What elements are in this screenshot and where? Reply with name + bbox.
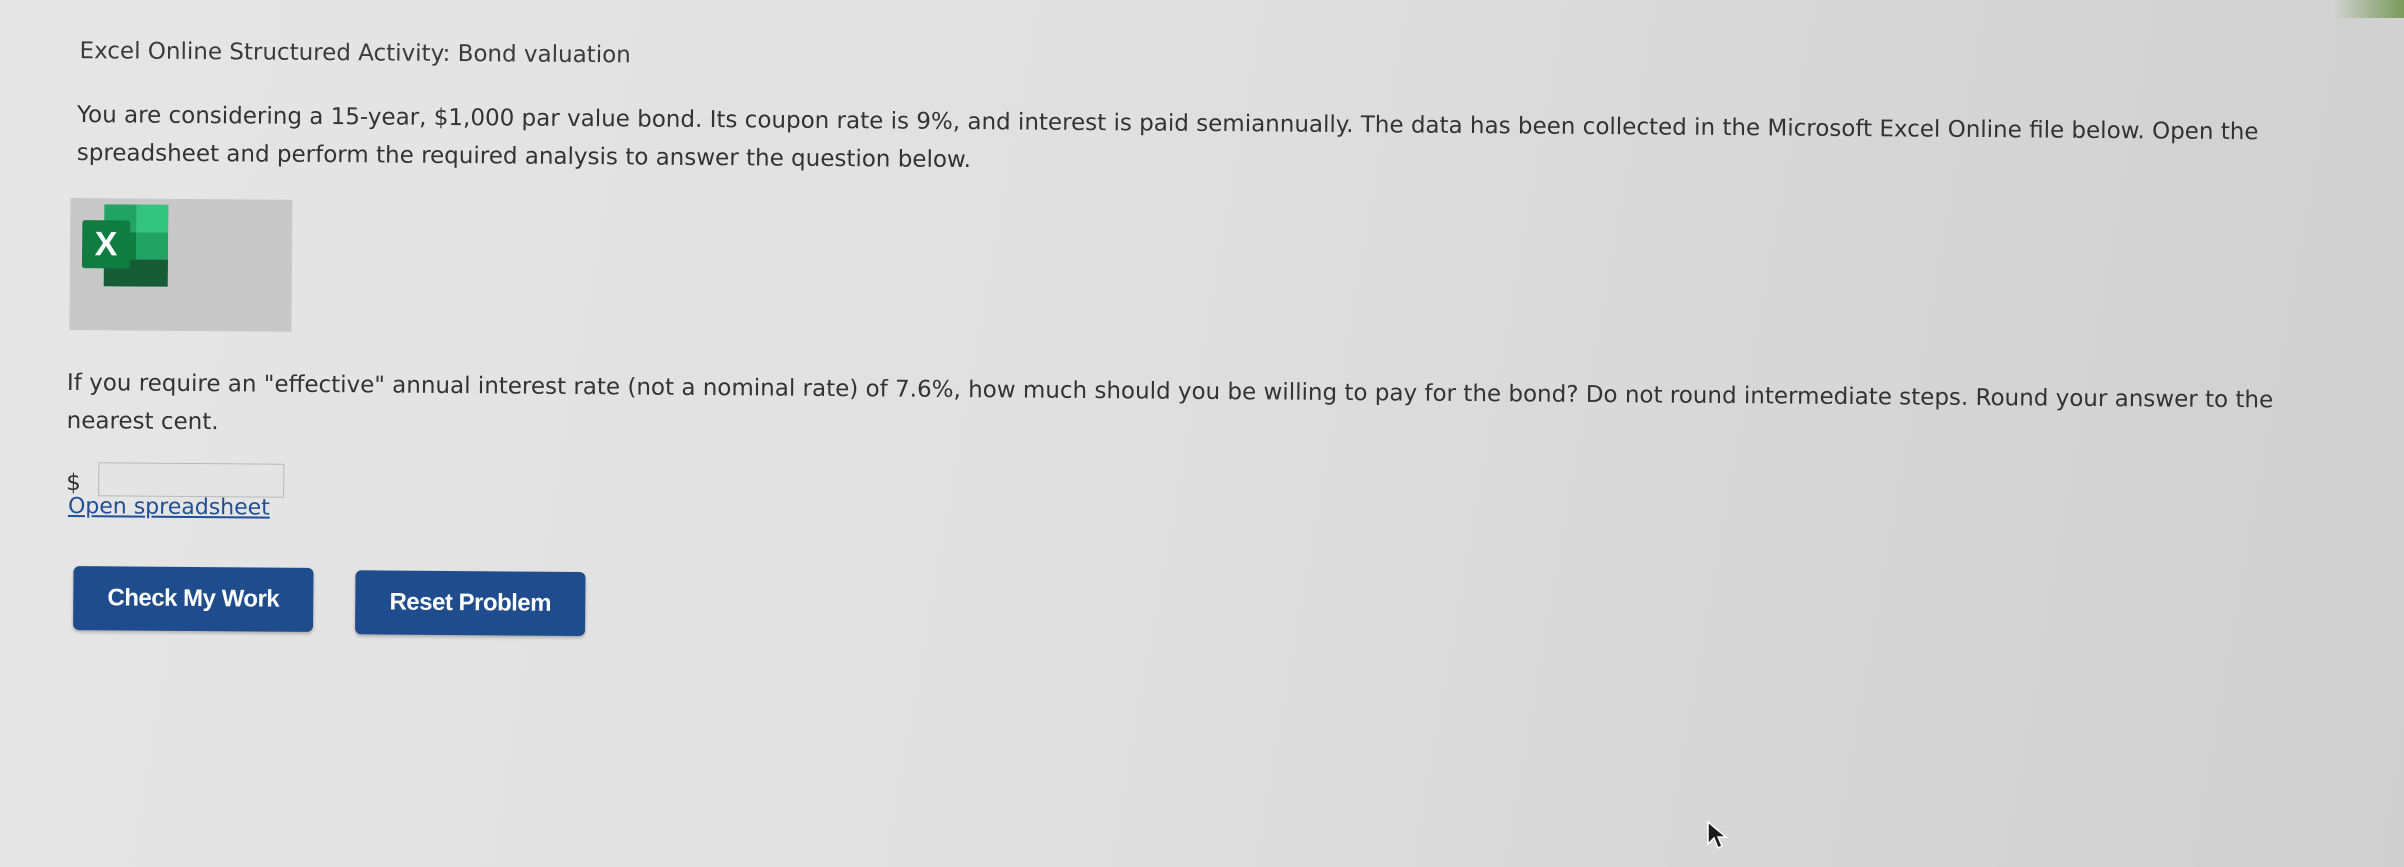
currency-symbol: $ bbox=[66, 469, 81, 497]
activity-content: Excel Online Structured Activity: Bond v… bbox=[66, 0, 2350, 637]
excel-icon-letter: X bbox=[95, 225, 118, 263]
answer-input[interactable] bbox=[98, 462, 285, 498]
spreadsheet-tile[interactable]: X Open spreadsheet bbox=[68, 198, 293, 521]
reset-problem-button[interactable]: Reset Problem bbox=[355, 570, 586, 637]
excel-icon[interactable]: X bbox=[81, 204, 169, 287]
question-text: If you require an "effective" annual int… bbox=[66, 369, 2274, 436]
check-my-work-button[interactable]: Check My Work bbox=[73, 566, 314, 632]
page-title: Excel Online Structured Activity: Bond v… bbox=[79, 38, 631, 69]
open-spreadsheet-link[interactable]: Open spreadsheet bbox=[68, 494, 270, 521]
background-edge bbox=[2334, 0, 2404, 18]
mouse-pointer-icon bbox=[1707, 820, 1728, 850]
intro-paragraph: You are considering a 15-year, $1,000 pa… bbox=[76, 102, 2259, 174]
